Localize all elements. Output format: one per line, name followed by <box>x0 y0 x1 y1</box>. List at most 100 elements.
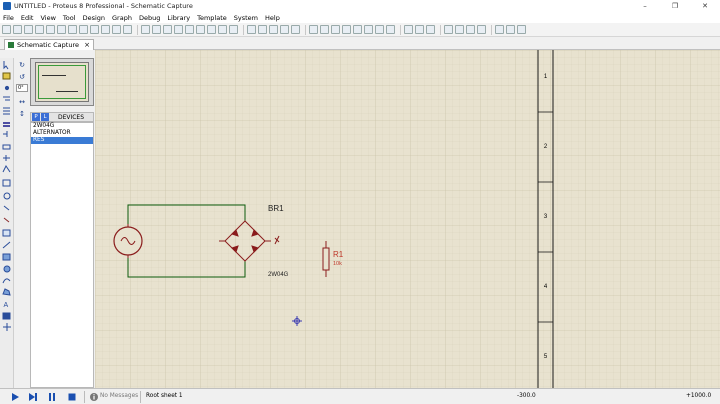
menu-design[interactable]: Design <box>83 14 105 22</box>
tab-close-icon[interactable]: × <box>84 41 90 49</box>
current-probe-mode-icon[interactable] <box>3 217 10 223</box>
menu-graph[interactable]: Graph <box>112 14 132 22</box>
rotate-anticlockwise-icon[interactable]: ↺ <box>18 73 26 81</box>
source-code-icon[interactable] <box>112 25 121 34</box>
make-device-icon[interactable] <box>364 25 373 34</box>
2d-circle-icon[interactable] <box>3 265 11 273</box>
block-delete-icon[interactable] <box>342 25 351 34</box>
stop-icon[interactable] <box>67 392 77 402</box>
netlist-icon[interactable] <box>495 25 504 34</box>
pick-from-library-button[interactable]: P <box>32 113 40 121</box>
maximize-button[interactable]: ❐ <box>660 0 690 12</box>
rotate-clockwise-icon[interactable]: ↻ <box>18 61 26 69</box>
menu-file[interactable]: File <box>3 14 14 22</box>
virtual-instruments-mode-icon[interactable] <box>2 229 11 237</box>
subcircuit-mode-icon[interactable] <box>3 131 8 137</box>
block-rotate-icon[interactable] <box>331 25 340 34</box>
open-folder-icon[interactable] <box>13 25 22 34</box>
undo-icon[interactable] <box>247 25 256 34</box>
menu-tool[interactable]: Tool <box>63 14 76 22</box>
schematic-canvas[interactable]: 1 2 3 4 5 BR1 2W04G R1 10k <box>95 50 720 388</box>
2d-markers-icon[interactable] <box>3 323 11 331</box>
help-icon[interactable] <box>123 25 132 34</box>
overview-window[interactable] <box>30 58 94 106</box>
menu-library[interactable]: Library <box>167 14 190 22</box>
new-file-icon[interactable] <box>2 25 11 34</box>
zoom-previous-icon[interactable] <box>229 25 238 34</box>
bom-icon[interactable] <box>101 25 110 34</box>
device-pins-mode-icon[interactable] <box>3 155 10 161</box>
3d-view-icon[interactable] <box>79 25 88 34</box>
terminals-mode-icon[interactable] <box>2 144 11 150</box>
property-assignment-icon[interactable] <box>426 25 435 34</box>
mirror-vertical-icon[interactable]: ↕ <box>18 110 26 118</box>
decompose-icon[interactable] <box>386 25 395 34</box>
new-sheet-icon[interactable] <box>455 25 464 34</box>
zoom-all-icon[interactable] <box>207 25 216 34</box>
text-script-mode-icon[interactable] <box>3 107 10 115</box>
rotation-angle-field[interactable]: 0° <box>16 84 28 92</box>
device-item-res[interactable]: RES <box>31 137 93 144</box>
close-project-icon[interactable] <box>35 25 44 34</box>
buses-mode-icon[interactable] <box>3 122 10 127</box>
tab-schematic-capture[interactable]: Schematic Capture × <box>4 39 94 50</box>
remove-sheet-icon[interactable] <box>466 25 475 34</box>
pause-icon[interactable] <box>47 392 57 402</box>
voltage-probe-mode-icon[interactable] <box>3 205 10 211</box>
play-icon[interactable] <box>10 392 20 402</box>
zoom-area-icon[interactable] <box>218 25 227 34</box>
electrical-rule-check-icon[interactable] <box>506 25 515 34</box>
component-mode-icon[interactable] <box>2 72 11 80</box>
tape-recorder-mode-icon[interactable] <box>2 179 11 187</box>
selection-mode-icon[interactable] <box>3 61 9 70</box>
paste-icon[interactable] <box>291 25 300 34</box>
2d-arc-icon[interactable] <box>2 278 11 284</box>
junction-dot-mode-icon[interactable] <box>4 85 10 91</box>
save-icon[interactable] <box>24 25 33 34</box>
bridge-value-label[interactable]: 2W04G <box>268 272 289 278</box>
2d-line-icon[interactable] <box>2 241 11 249</box>
generator-mode-icon[interactable] <box>3 192 11 200</box>
block-copy-icon[interactable] <box>309 25 318 34</box>
pcb-layout-icon[interactable] <box>68 25 77 34</box>
menu-system[interactable]: System <box>234 14 258 22</box>
copy-icon[interactable] <box>280 25 289 34</box>
menu-edit[interactable]: Edit <box>21 14 34 22</box>
2d-symbol-icon[interactable] <box>2 312 11 320</box>
search-tag-icon[interactable] <box>415 25 424 34</box>
step-icon[interactable] <box>28 392 38 402</box>
2d-path-icon[interactable] <box>2 288 11 296</box>
packaging-tool-icon[interactable] <box>375 25 384 34</box>
resistor-value-label[interactable]: 10k <box>333 261 342 267</box>
wire-label-mode-icon[interactable] <box>3 96 10 101</box>
report-icon[interactable] <box>517 25 526 34</box>
mirror-horizontal-icon[interactable]: ↔ <box>18 98 26 106</box>
zoom-in-icon[interactable] <box>185 25 194 34</box>
device-item-2w04g[interactable]: 2W04G <box>31 123 93 130</box>
library-manager-button[interactable]: L <box>41 113 49 121</box>
close-button[interactable]: ✕ <box>690 0 720 12</box>
device-item-alternator[interactable]: ALTERNATOR <box>31 130 93 137</box>
design-explorer-icon[interactable] <box>444 25 453 34</box>
graph-mode-icon[interactable] <box>2 165 11 173</box>
block-move-icon[interactable] <box>320 25 329 34</box>
menu-debug[interactable]: Debug <box>139 14 160 22</box>
menu-help[interactable]: Help <box>265 14 280 22</box>
bridge-reference-label[interactable]: BR1 <box>268 204 284 213</box>
menu-template[interactable]: Template <box>197 14 227 22</box>
2d-box-icon[interactable] <box>2 253 11 261</box>
exit-to-parent-icon[interactable] <box>477 25 486 34</box>
grid-icon[interactable] <box>152 25 161 34</box>
resistor-reference-label[interactable]: R1 <box>333 250 344 259</box>
origin-icon[interactable] <box>163 25 172 34</box>
status-messages[interactable]: No Messages <box>100 393 138 399</box>
minimize-button[interactable]: – <box>630 0 660 12</box>
gerber-icon[interactable] <box>90 25 99 34</box>
schematic-drawing[interactable]: 1 2 3 4 5 BR1 2W04G R1 10k <box>95 50 720 388</box>
pick-device-icon[interactable] <box>353 25 362 34</box>
schematic-icon[interactable] <box>57 25 66 34</box>
redo-icon[interactable] <box>258 25 267 34</box>
zoom-out-icon[interactable] <box>196 25 205 34</box>
pan-icon[interactable] <box>174 25 183 34</box>
home-icon[interactable] <box>46 25 55 34</box>
